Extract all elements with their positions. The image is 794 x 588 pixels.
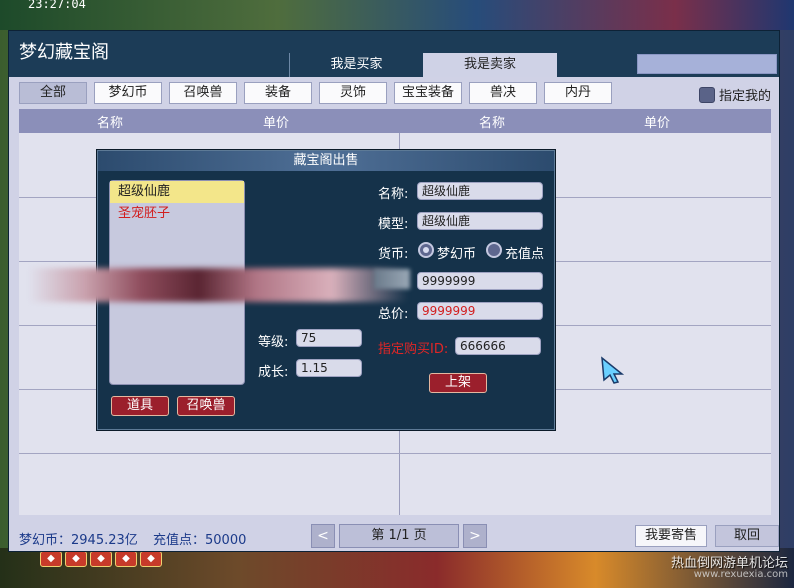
buyer-id-input[interactable]: 666666 [455,337,541,355]
filter-pets[interactable]: 召唤兽 [169,82,237,104]
model-field: 超级仙鹿 [417,212,543,230]
forum-watermark-url: www.rexuexia.com [693,569,788,580]
growth-field: 1.15 [296,359,362,377]
radio-points-label: 充值点 [505,247,545,262]
radio-points[interactable] [486,242,502,258]
game-clock: 23:27:04 [28,0,86,11]
window-title: 梦幻藏宝阁 [19,42,109,63]
mouse-cursor-icon [601,356,625,384]
points-balance: 充值点：50000 [153,533,247,548]
privacy-blur-mark [374,269,410,289]
name-field: 超级仙鹿 [417,182,543,200]
shortcut-icon[interactable]: ◆ [140,551,162,567]
column-name-left: 名称 [97,116,124,131]
list-for-sale-button[interactable]: 上架 [429,373,487,393]
column-price-left: 单价 [263,116,290,131]
tab-buyer[interactable]: 我是买家 [289,53,423,77]
column-name-right: 名称 [479,116,506,131]
buyer-id-label: 指定购买ID: [378,342,449,357]
level-field: 75 [296,329,362,347]
game-top-bar: 23:27:04 [0,0,794,30]
assigned-to-me-label: 指定我的 [719,89,772,104]
list-item[interactable]: 圣宠胚子 [110,203,244,225]
filter-inner-core[interactable]: 内丹 [544,82,612,104]
list-item[interactable]: 超级仙鹿 [110,181,244,203]
growth-label: 成长: [258,365,289,380]
filter-equipment[interactable]: 装备 [244,82,312,104]
filter-pet-equipment[interactable]: 宝宝装备 [394,82,462,104]
filter-pet-skills[interactable]: 兽决 [469,82,537,104]
radio-coins-label: 梦幻币 [437,247,477,262]
model-label: 模型: [378,217,409,232]
unit-price-input[interactable]: 9999999 [417,272,543,290]
prev-page-button[interactable]: < [311,524,335,548]
page-indicator: 第 1/1 页 [339,524,459,548]
listing-column-header: 名称 单价 名称 单价 [19,109,771,133]
category-filters: 全部 梦幻币 召唤兽 装备 灵饰 宝宝装备 兽决 内丹 [19,82,612,104]
currency-label: 货币: [378,247,409,262]
tab-seller[interactable]: 我是卖家 [423,53,557,77]
privacy-blur [28,268,408,302]
shortcut-icon[interactable]: ◆ [115,551,137,567]
shortcut-icon[interactable]: ◆ [65,551,87,567]
tab-items-button[interactable]: 道具 [111,396,169,416]
total-price-field: 9999999 [417,302,543,320]
radio-coins[interactable] [418,242,434,258]
name-label: 名称: [378,187,409,202]
checkbox-icon [699,86,715,103]
total-label: 总价: [378,307,409,322]
coin-balance: 梦幻币：2945.23亿 [19,533,138,548]
filter-all[interactable]: 全部 [19,82,87,104]
search-input[interactable] [637,54,777,74]
column-price-right: 单价 [644,116,671,131]
shortcut-icon[interactable]: ◆ [90,551,112,567]
filter-ornaments[interactable]: 灵饰 [319,82,387,104]
filter-coins[interactable]: 梦幻币 [94,82,162,104]
dialog-title: 藏宝阁出售 [98,151,554,171]
retrieve-button[interactable]: 取回 [715,525,779,547]
shortcut-icon[interactable]: ◆ [40,551,62,567]
next-page-button[interactable]: > [463,524,487,548]
assigned-to-me-checkbox[interactable]: 指定我的 [699,85,771,104]
level-label: 等级: [258,335,289,350]
tab-pets-button[interactable]: 召唤兽 [177,396,235,416]
consign-button[interactable]: 我要寄售 [635,525,707,547]
game-shortcut-icons: ◆ ◆ ◆ ◆ ◆ [40,551,162,567]
